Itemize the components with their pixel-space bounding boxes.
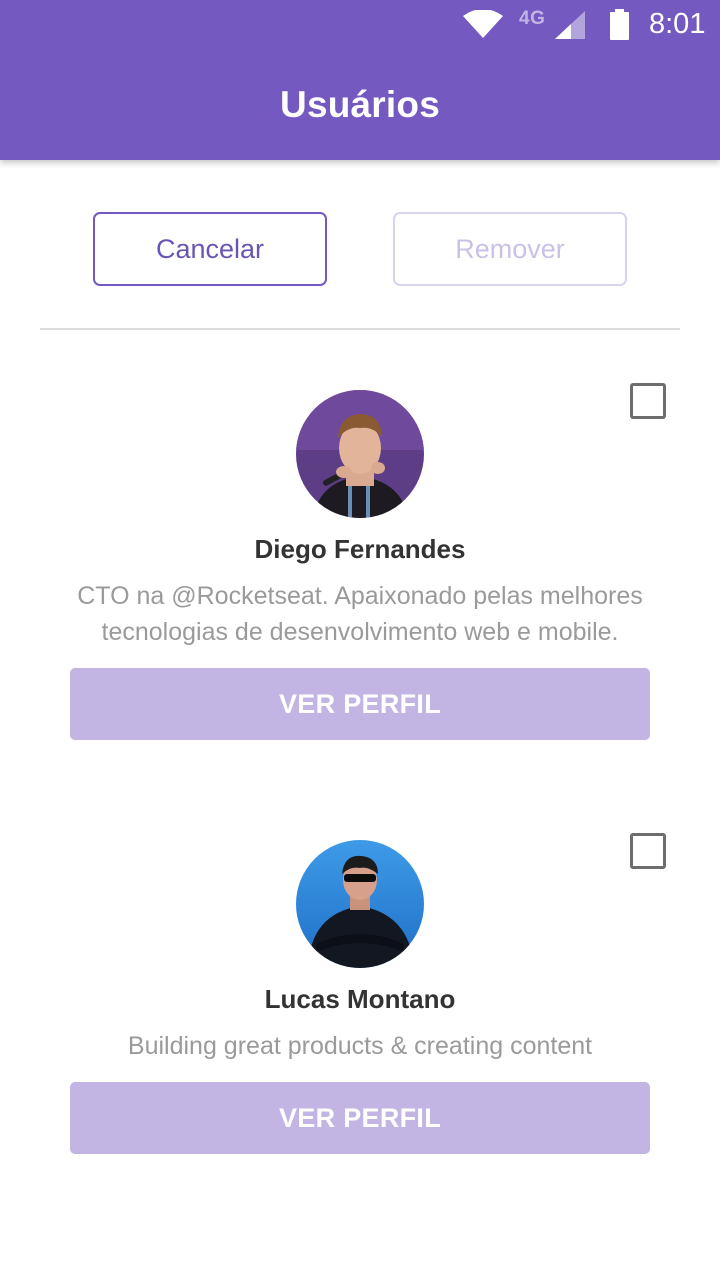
user-name: Diego Fernandes bbox=[254, 534, 466, 564]
user-bio: Building great products & creating conte… bbox=[127, 1032, 593, 1060]
view-profile-button[interactable]: VER PERFIL bbox=[70, 1082, 650, 1154]
user-bio: CTO na @Rocketseat. Apaixonado pelas mel… bbox=[77, 582, 643, 646]
select-user-checkbox[interactable] bbox=[630, 833, 666, 869]
app-bar: 4G 8:01 Usuários bbox=[0, 0, 720, 160]
page-title: Usuários bbox=[280, 84, 440, 125]
network-type-label: 4G bbox=[519, 8, 546, 29]
signal-icon bbox=[555, 11, 585, 39]
divider bbox=[40, 328, 680, 330]
remove-button[interactable]: Remover bbox=[393, 212, 627, 286]
cancel-button[interactable]: Cancelar bbox=[93, 212, 327, 286]
battery-icon bbox=[610, 9, 629, 40]
status-bar: 4G 8:01 bbox=[0, 0, 720, 50]
avatar bbox=[296, 840, 424, 968]
user-name: Lucas Montano bbox=[264, 984, 456, 1014]
wifi-icon bbox=[463, 10, 503, 38]
view-profile-button[interactable]: VER PERFIL bbox=[70, 668, 650, 740]
avatar bbox=[296, 390, 424, 518]
select-user-checkbox[interactable] bbox=[630, 383, 666, 419]
status-clock: 8:01 bbox=[649, 8, 706, 40]
